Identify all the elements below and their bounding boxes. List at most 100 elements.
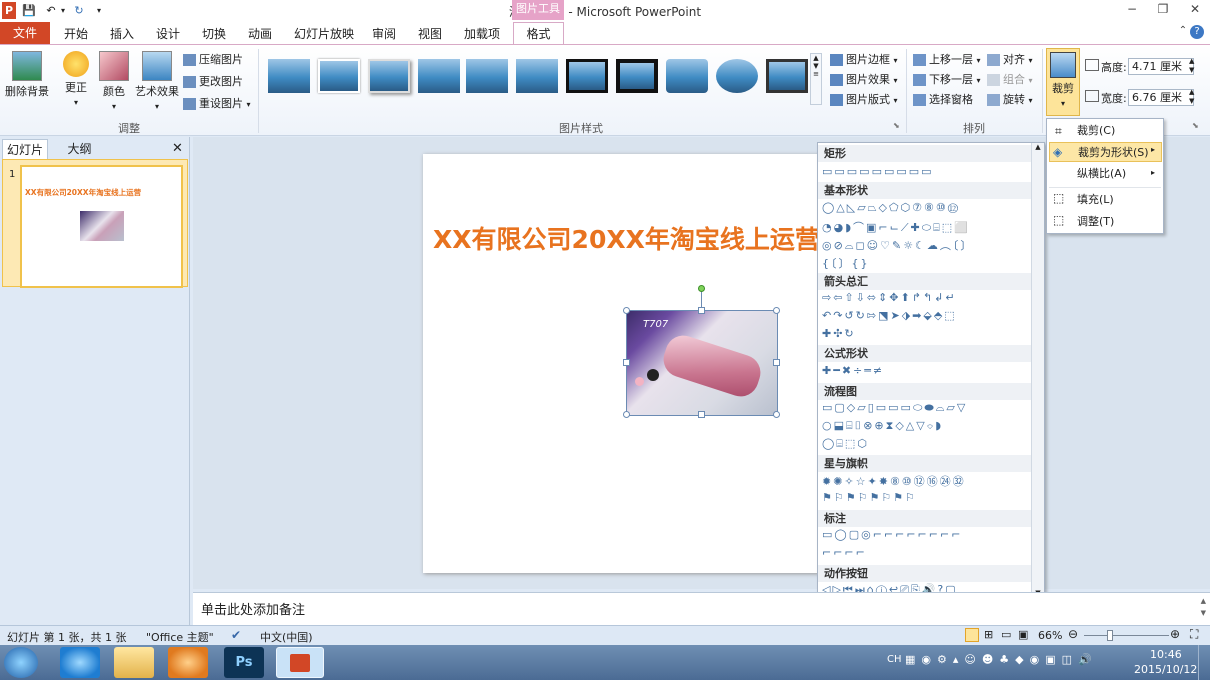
resize-handle[interactable] [623, 359, 630, 366]
compress-pictures-button[interactable]: 压缩图片 [183, 51, 243, 69]
shape-row[interactable]: ○⬓⌸⌷⊗⊕⧗◇△▽⌔◗ [822, 419, 943, 435]
align-button[interactable]: 对齐 ▾ [987, 51, 1033, 69]
tab-home[interactable]: 开始 [64, 25, 88, 42]
shape-row[interactable]: ⚑⚐⚑⚐⚑⚐⚑⚐ [822, 491, 917, 507]
shape-row[interactable]: ▭◯▢◎⌐⌐⌐⌐⌐⌐⌐⌐ [822, 528, 962, 544]
color-button[interactable]: 颜色 ▾ [96, 51, 132, 112]
minimize-button[interactable]: − [1121, 2, 1143, 18]
menu-item-crop-to-shape[interactable]: 裁剪为形状(S) [1049, 142, 1162, 162]
shape-row[interactable]: {〔〕{} [822, 255, 870, 271]
scroll-up-icon[interactable]: ▲ [811, 54, 821, 62]
slide-title[interactable]: XX有限公司20XX年淘宝线上运营 [433, 220, 820, 256]
dialog-launcher-icon[interactable]: ⬊ [893, 121, 900, 130]
corrections-button[interactable]: 更正 ▾ [58, 51, 94, 108]
reset-picture-button[interactable]: 重设图片 ▾ [183, 95, 251, 113]
remove-background-button[interactable]: 删除背景 [4, 51, 50, 99]
shape-row[interactable]: ✹✺✧☆✦✸⑧⑩⑫⑯㉔㉜ [822, 473, 966, 489]
input-method[interactable]: CH [887, 654, 902, 665]
zoom-out-icon[interactable]: ⊖ [1068, 627, 1078, 641]
picture-border-button[interactable]: 图片边框 ▾ [830, 51, 898, 69]
resize-handle[interactable] [773, 359, 780, 366]
tab-review[interactable]: 审阅 [372, 25, 396, 42]
menu-item-fill[interactable]: 填充(L) [1049, 190, 1162, 210]
shape-row[interactable]: ↶↷↺↻⇰⬔➤⬗➡⬙⬘⬚ [822, 309, 957, 325]
resize-handle[interactable] [773, 411, 780, 418]
picture-style-thumb[interactable] [466, 59, 508, 93]
zoom-slider[interactable] [1084, 635, 1169, 636]
picture-effects-button[interactable]: 图片效果 ▾ [830, 71, 898, 89]
clock-time[interactable]: 10:46 [1150, 648, 1182, 661]
notes-scrollbar[interactable]: ▲ ▼ [1201, 595, 1206, 619]
reading-view-icon[interactable]: ▭ [1001, 628, 1011, 641]
slide-sorter-icon[interactable]: ⊞ [984, 628, 993, 641]
shape-row[interactable]: ▭▭▭▭▭▭▭▭▭ [822, 165, 934, 181]
resize-handle[interactable] [773, 307, 780, 314]
ie-icon[interactable] [60, 647, 100, 678]
tab-design[interactable]: 设计 [156, 25, 180, 42]
picture-style-thumb[interactable] [716, 59, 758, 93]
tab-format[interactable]: 格式 [513, 22, 564, 46]
close-pane-icon[interactable]: ✕ [172, 141, 183, 156]
dialog-launcher-icon[interactable]: ⬊ [1192, 121, 1199, 130]
shape-row[interactable]: ⌐⌐⌐⌐ [822, 546, 867, 562]
picture-style-thumb[interactable] [516, 59, 558, 93]
bring-forward-button[interactable]: 上移一层 ▾ [913, 51, 981, 69]
resize-handle[interactable] [623, 411, 630, 418]
shape-row[interactable]: ⇨⇦⇧⇩⬄⇕✥⬆↱↰↲↵ [822, 291, 957, 307]
picture-style-thumb[interactable] [766, 59, 808, 93]
tab-outline[interactable]: 大纲 [52, 139, 107, 159]
shape-row[interactable]: ✚━✖÷═≠ [822, 364, 884, 380]
slideshow-icon[interactable]: ▣ [1018, 628, 1028, 641]
resize-handle[interactable] [698, 307, 705, 314]
spellcheck-icon[interactable]: ✔ [231, 628, 241, 642]
theme-name[interactable]: "Office 主题" [146, 629, 214, 645]
start-button[interactable] [4, 647, 38, 678]
tray-icons[interactable]: ▦◉⚙▴☺☻♣◆◉▣◫🔊 [905, 653, 1098, 666]
group-button[interactable]: 组合 ▾ [987, 71, 1033, 89]
send-backward-button[interactable]: 下移一层 ▾ [913, 71, 981, 89]
tab-slides[interactable]: 幻灯片 [2, 139, 48, 159]
picture-style-thumb[interactable] [418, 59, 460, 93]
menu-item-aspect-ratio[interactable]: 纵横比(A) [1049, 164, 1162, 184]
zoom-level[interactable]: 66% [1038, 629, 1062, 642]
notes-pane[interactable]: 单击此处添加备注 ▲ ▼ [193, 592, 1210, 625]
zoom-in-icon[interactable]: ⊕ [1170, 627, 1180, 641]
zoom-slider-thumb[interactable] [1107, 630, 1113, 641]
tab-file[interactable]: 文件 [0, 22, 50, 44]
gallery-scrollbar[interactable]: ▲ ▼ [1031, 143, 1044, 599]
width-spinner[interactable]: ▲ ▼ [1189, 88, 1194, 106]
crop-button[interactable]: 裁剪 ▾ [1046, 48, 1080, 116]
shape-row[interactable]: ◯⌸⬚⬡ [822, 437, 869, 453]
height-field[interactable]: 4.71 厘米 [1128, 58, 1194, 75]
tab-insert[interactable]: 插入 [110, 25, 134, 42]
explorer-icon[interactable] [114, 647, 154, 678]
tab-view[interactable]: 视图 [418, 25, 442, 42]
scroll-up-icon[interactable]: ▲ [1032, 143, 1044, 151]
powerpoint-task-icon[interactable] [276, 647, 324, 678]
height-spinner[interactable]: ▲ ▼ [1189, 57, 1194, 75]
tab-animations[interactable]: 动画 [248, 25, 272, 42]
picture-style-thumb[interactable] [566, 59, 608, 93]
fit-to-window-icon[interactable]: ⛶ [1190, 627, 1198, 642]
help-icon[interactable]: ? [1190, 25, 1204, 39]
menu-item-fit[interactable]: 调整(T) [1049, 212, 1162, 232]
picture-style-thumb[interactable] [318, 59, 360, 93]
picture-style-thumb[interactable] [666, 59, 708, 93]
show-desktop-button[interactable] [1198, 645, 1210, 680]
gallery-more-icon[interactable]: ≡ [811, 70, 821, 78]
media-player-icon[interactable] [168, 647, 208, 678]
photoshop-icon[interactable]: Ps [224, 647, 264, 678]
shape-row[interactable]: ◎⊘⌓◻☺♡✎☼☾☁︵〔〕 [822, 237, 973, 253]
selection-pane-button[interactable]: 选择窗格 [913, 91, 973, 109]
picture-style-thumb[interactable] [368, 59, 410, 93]
picture-style-thumb[interactable] [616, 59, 658, 93]
resize-handle[interactable] [698, 411, 705, 418]
normal-view-icon[interactable] [965, 628, 979, 642]
scroll-down-icon[interactable]: ▼ [811, 62, 821, 70]
artistic-effects-button[interactable]: 艺术效果 ▾ [134, 51, 180, 112]
restore-button[interactable]: ❐ [1152, 2, 1174, 18]
gallery-scroll[interactable]: ▲ ▼ ≡ [810, 53, 822, 105]
shape-row[interactable]: ◔◕◗⌒▣⌐⌙⟋✚⬭⌸⬚⬜ [822, 219, 970, 235]
language[interactable]: 中文(中国) [260, 629, 313, 645]
rotate-button[interactable]: 旋转 ▾ [987, 91, 1033, 109]
